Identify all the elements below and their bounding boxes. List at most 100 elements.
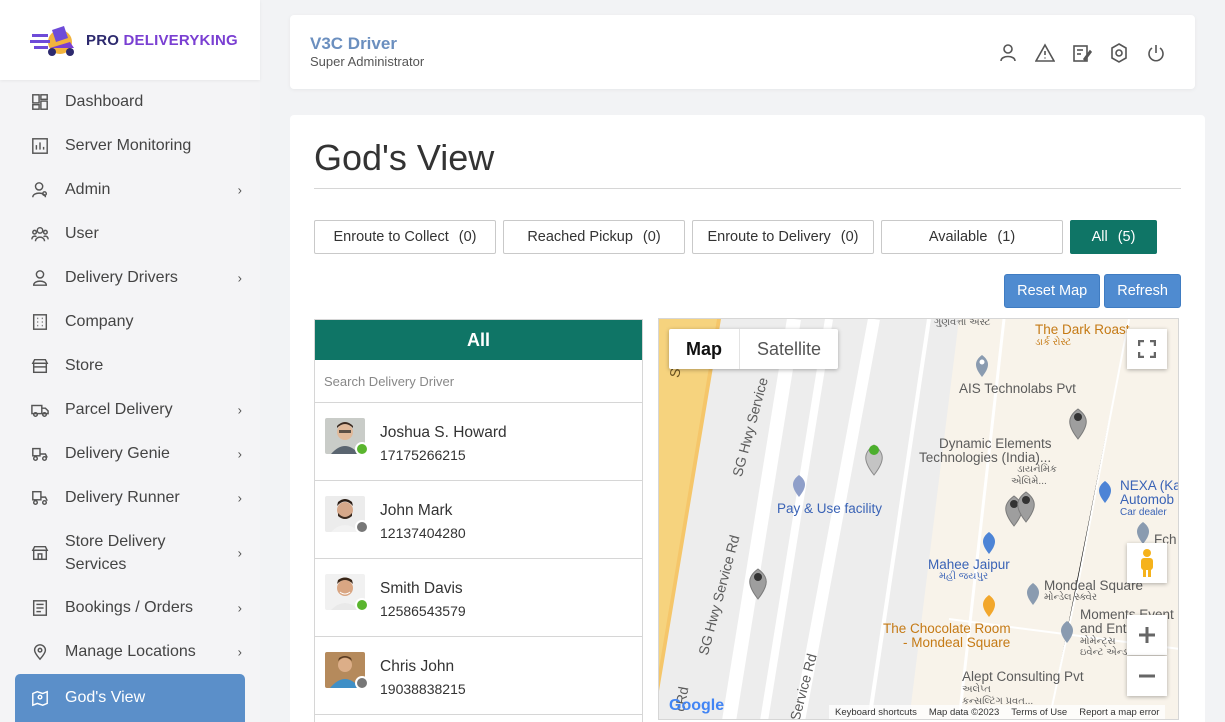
chevron-right-icon: › [237, 270, 242, 286]
map-label: Technologies (India)... [919, 450, 1052, 465]
chevron-right-icon: › [237, 446, 242, 462]
report-error-link[interactable]: Report a map error [1079, 707, 1159, 718]
sidebar-item-store[interactable]: Store [0, 344, 260, 388]
sidebar-item-label: Bookings / Orders [65, 599, 194, 616]
users-icon [30, 224, 50, 244]
map-label: Car dealer [1120, 507, 1167, 518]
map-label: The Chocolate Room [883, 621, 1011, 636]
driver-name: Chris John [380, 658, 455, 675]
map-type-satellite-button[interactable]: Satellite [739, 329, 838, 369]
reset-map-button[interactable]: Reset Map [1004, 274, 1101, 308]
status-dot [355, 520, 369, 534]
chevron-right-icon: › [237, 402, 242, 418]
filter-available[interactable]: Available (1) [881, 220, 1063, 254]
fullscreen-button[interactable] [1127, 329, 1167, 369]
map-label: મહી જયપુર [939, 571, 989, 582]
settings-icon[interactable] [1108, 42, 1130, 64]
logo[interactable]: PRO DELIVERYKING [0, 0, 260, 80]
refresh-button[interactable]: Refresh [1104, 274, 1181, 308]
power-icon[interactable] [1145, 42, 1167, 64]
sidebar-item-label: Dashboard [65, 93, 144, 110]
map-label: ગુણવત્તા અસ્ટ [934, 318, 991, 328]
map-label: Mahee Jaipur [928, 557, 1010, 572]
driver-phone: 17175266215 [380, 447, 466, 463]
driver-row[interactable]: Chris John 19038838215 [315, 637, 642, 715]
status-dot [355, 676, 369, 690]
driver-search-input[interactable]: Search Delivery Driver [315, 360, 642, 403]
alert-icon[interactable] [1034, 42, 1056, 64]
bookings-icon [30, 598, 50, 618]
sidebar-item-label: Delivery Genie [65, 445, 170, 462]
sidebar-item-admin[interactable]: Admin › [0, 168, 260, 212]
sidebar-item-label: Store [65, 357, 104, 374]
terms-link[interactable]: Terms of Use [1011, 707, 1067, 718]
map-label: - Mondeal Square [903, 635, 1011, 650]
sidebar-item-dashboard[interactable]: Dashboard [0, 80, 260, 124]
driver-name: John Mark [380, 502, 453, 519]
sidebar-item-bookings-orders[interactable]: Bookings / Orders › [0, 586, 260, 630]
map-label: ડાયનેમિક [1017, 464, 1057, 475]
sidebar-item-gods-view[interactable]: God's View [15, 674, 245, 722]
logo-text: PRO DELIVERYKING [86, 31, 238, 49]
sidebar-item-label: God's View [65, 689, 146, 706]
profile-icon[interactable] [997, 42, 1019, 64]
title-divider [314, 188, 1181, 189]
filter-enroute-to-delivery[interactable]: Enroute to Delivery (0) [692, 220, 874, 254]
filter-enroute-to-collect[interactable]: Enroute to Collect (0) [314, 220, 496, 254]
zoom-out-button[interactable] [1127, 656, 1167, 696]
driver-phone: 12137404280 [380, 525, 466, 541]
keyboard-shortcuts-link[interactable]: Keyboard shortcuts [835, 707, 917, 718]
sidebar-item-label: User [65, 225, 99, 242]
sidebar-item-label: Store Delivery Services [65, 533, 166, 573]
driver-name: Smith Davis [380, 580, 463, 597]
street-view-pegman[interactable] [1127, 543, 1167, 583]
map-label: મોમેન્ટ્સ [1080, 636, 1116, 647]
chart-icon [30, 136, 50, 156]
store-delivery-icon [30, 543, 50, 563]
driver-row[interactable]: Joshua S. Howard 17175266215 [315, 403, 642, 481]
building-icon [30, 312, 50, 332]
filter-reached-pickup[interactable]: Reached Pickup (0) [503, 220, 685, 254]
edit-icon[interactable] [1071, 42, 1093, 64]
map-type-map-button[interactable]: Map [669, 329, 739, 369]
map-label: Alept Consulting Pvt [962, 669, 1084, 684]
runner-icon [30, 488, 50, 508]
truck-icon [30, 400, 50, 420]
sidebar-item-label: Company [65, 313, 134, 330]
sidebar-item-delivery-drivers[interactable]: Delivery Drivers › [0, 256, 260, 300]
map-label: AIS Technolabs Pvt [959, 381, 1076, 396]
genie-icon [30, 444, 50, 464]
map-label: એલિમે... [1011, 476, 1047, 487]
map-label: and Ent [1080, 621, 1127, 636]
sidebar-item-company[interactable]: Company [0, 300, 260, 344]
map-label: ઇવેન્ટ એન્ડ [1080, 647, 1128, 658]
driver-phone: 12586543579 [380, 603, 466, 619]
sidebar-item-label: Delivery Runner [65, 489, 180, 506]
sidebar-item-user[interactable]: User [0, 212, 260, 256]
sidebar-item-label: Server Monitoring [65, 137, 192, 154]
sidebar-item-label: Parcel Delivery [65, 401, 173, 418]
zoom-in-button[interactable] [1127, 615, 1167, 655]
gods-view-map[interactable]: Sa SG Hwy Service SG Hwy Service Rd Serv… [658, 318, 1179, 720]
status-filters: Enroute to Collect (0) Reached Pickup (0) … [314, 220, 1157, 254]
sidebar-item-delivery-runner[interactable]: Delivery Runner › [0, 476, 260, 520]
sidebar-item-store-delivery-services[interactable]: Store Delivery Services › [0, 520, 260, 586]
map-label: મોન્ડેલ સ્ક્વેર [1044, 592, 1098, 603]
sidebar-item-server-monitoring[interactable]: Server Monitoring [0, 124, 260, 168]
pegman-icon [1141, 549, 1153, 577]
driver-row[interactable]: Smith Davis 12586543579 [315, 559, 642, 637]
admin-icon [30, 180, 50, 200]
map-label: અલેપ્ત [962, 684, 991, 695]
filter-all[interactable]: All (5) [1070, 220, 1157, 254]
sidebar-item-parcel-delivery[interactable]: Parcel Delivery › [0, 388, 260, 432]
map-pin-icon [30, 688, 50, 708]
chevron-right-icon: › [237, 182, 242, 198]
map-label: Dynamic Elements [939, 436, 1052, 451]
header-title: V3C Driver [310, 34, 397, 53]
sidebar-item-delivery-genie[interactable]: Delivery Genie › [0, 432, 260, 476]
chevron-right-icon: › [237, 600, 242, 616]
driver-row[interactable]: John Mark 12137404280 [315, 481, 642, 559]
chevron-right-icon: › [237, 644, 242, 660]
sidebar-item-manage-locations[interactable]: Manage Locations › [0, 630, 260, 674]
main-card: God's View Enroute to Collect (0) Reached… [290, 115, 1205, 722]
